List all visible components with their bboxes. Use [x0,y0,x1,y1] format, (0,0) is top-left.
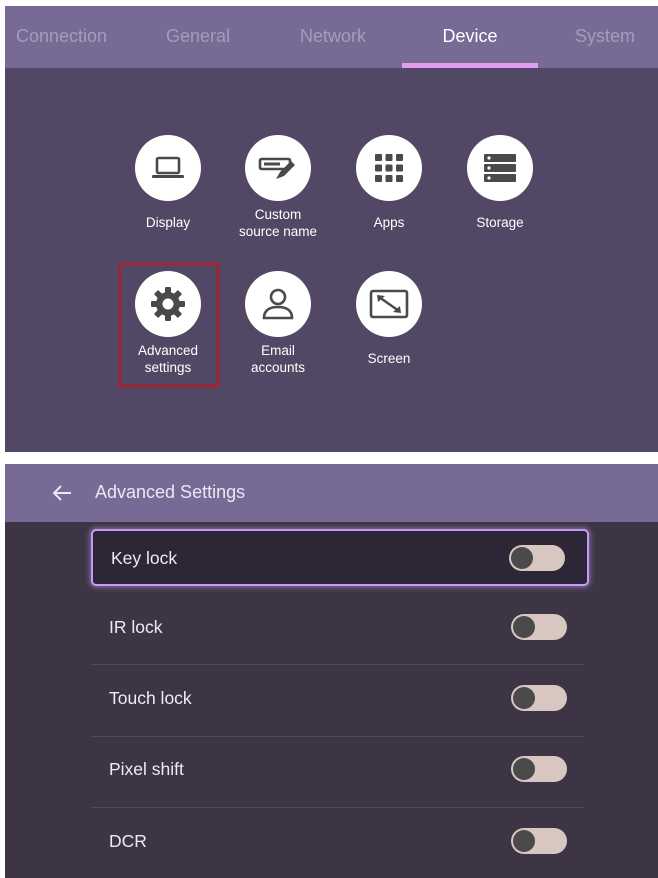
arrow-left-icon[interactable] [49,481,75,505]
advanced-settings-panel: Advanced Settings Key lock IR lock Touch… [5,464,658,878]
laptop-icon [135,135,201,201]
setting-label: Key lock [111,548,178,568]
keyboard-pen-icon [245,135,311,201]
divider [91,736,583,737]
ir-lock-toggle[interactable] [511,614,567,640]
tile-custom-source-name[interactable]: Custom source name [218,135,338,240]
tile-custom-source-label-line1: Custom [254,207,302,222]
setting-row-ir-lock[interactable]: IR lock [91,600,589,657]
tile-screen-label: Screen [367,351,411,366]
tile-email-accounts[interactable]: Email accounts [218,271,338,376]
tab-bar: Connection General Network Device System [5,6,658,68]
tile-email-label-line2: accounts [250,359,306,375]
divider [91,664,583,665]
toggle-knob [513,616,535,638]
tile-custom-source-label-line2: source name [238,223,318,239]
tile-advanced-label-line2: settings [144,359,192,375]
setting-label: DCR [109,831,147,851]
pixel-shift-toggle[interactable] [511,756,567,782]
toggle-knob [513,687,535,709]
tile-advanced-label-line1: Advanced [137,343,199,358]
key-lock-toggle[interactable] [509,545,565,571]
tile-email-label-line1: Email [261,343,295,358]
tab-device[interactable]: Device [402,6,538,68]
storage-icon [467,135,533,201]
settings-header: Advanced Settings [5,464,658,522]
person-icon [245,271,311,337]
setting-label: Pixel shift [109,759,184,779]
touch-lock-toggle[interactable] [511,685,567,711]
setting-row-pixel-shift[interactable]: Pixel shift [91,742,589,799]
active-tab-indicator [402,63,538,68]
tile-advanced-settings[interactable]: Advanced settings [108,271,228,376]
device-menu-panel: Connection General Network Device System… [5,6,658,452]
tile-display-label: Display [145,215,191,230]
dcr-toggle[interactable] [511,828,567,854]
apps-grid-icon [356,135,422,201]
tab-system[interactable]: System [545,6,658,68]
divider [91,807,583,808]
tab-connection[interactable]: Connection [5,6,118,68]
setting-row-dcr[interactable]: DCR [91,814,589,871]
screen-resize-icon [356,271,422,337]
toggle-knob [513,830,535,852]
tile-apps-label: Apps [373,215,405,230]
tile-storage[interactable]: Storage [440,135,560,232]
tab-general[interactable]: General [133,6,263,68]
toggle-knob [513,758,535,780]
page-title: Advanced Settings [95,482,246,502]
toggle-knob [511,547,533,569]
tile-screen[interactable]: Screen [329,271,449,368]
tile-display[interactable]: Display [108,135,228,232]
tile-apps[interactable]: Apps [329,135,449,232]
setting-label: IR lock [109,617,163,637]
gear-icon [135,271,201,337]
setting-row-key-lock[interactable]: Key lock [91,529,589,586]
setting-row-touch-lock[interactable]: Touch lock [91,671,589,728]
tab-network[interactable]: Network [268,6,398,68]
tile-storage-label: Storage [476,215,524,230]
setting-label: Touch lock [109,688,192,708]
